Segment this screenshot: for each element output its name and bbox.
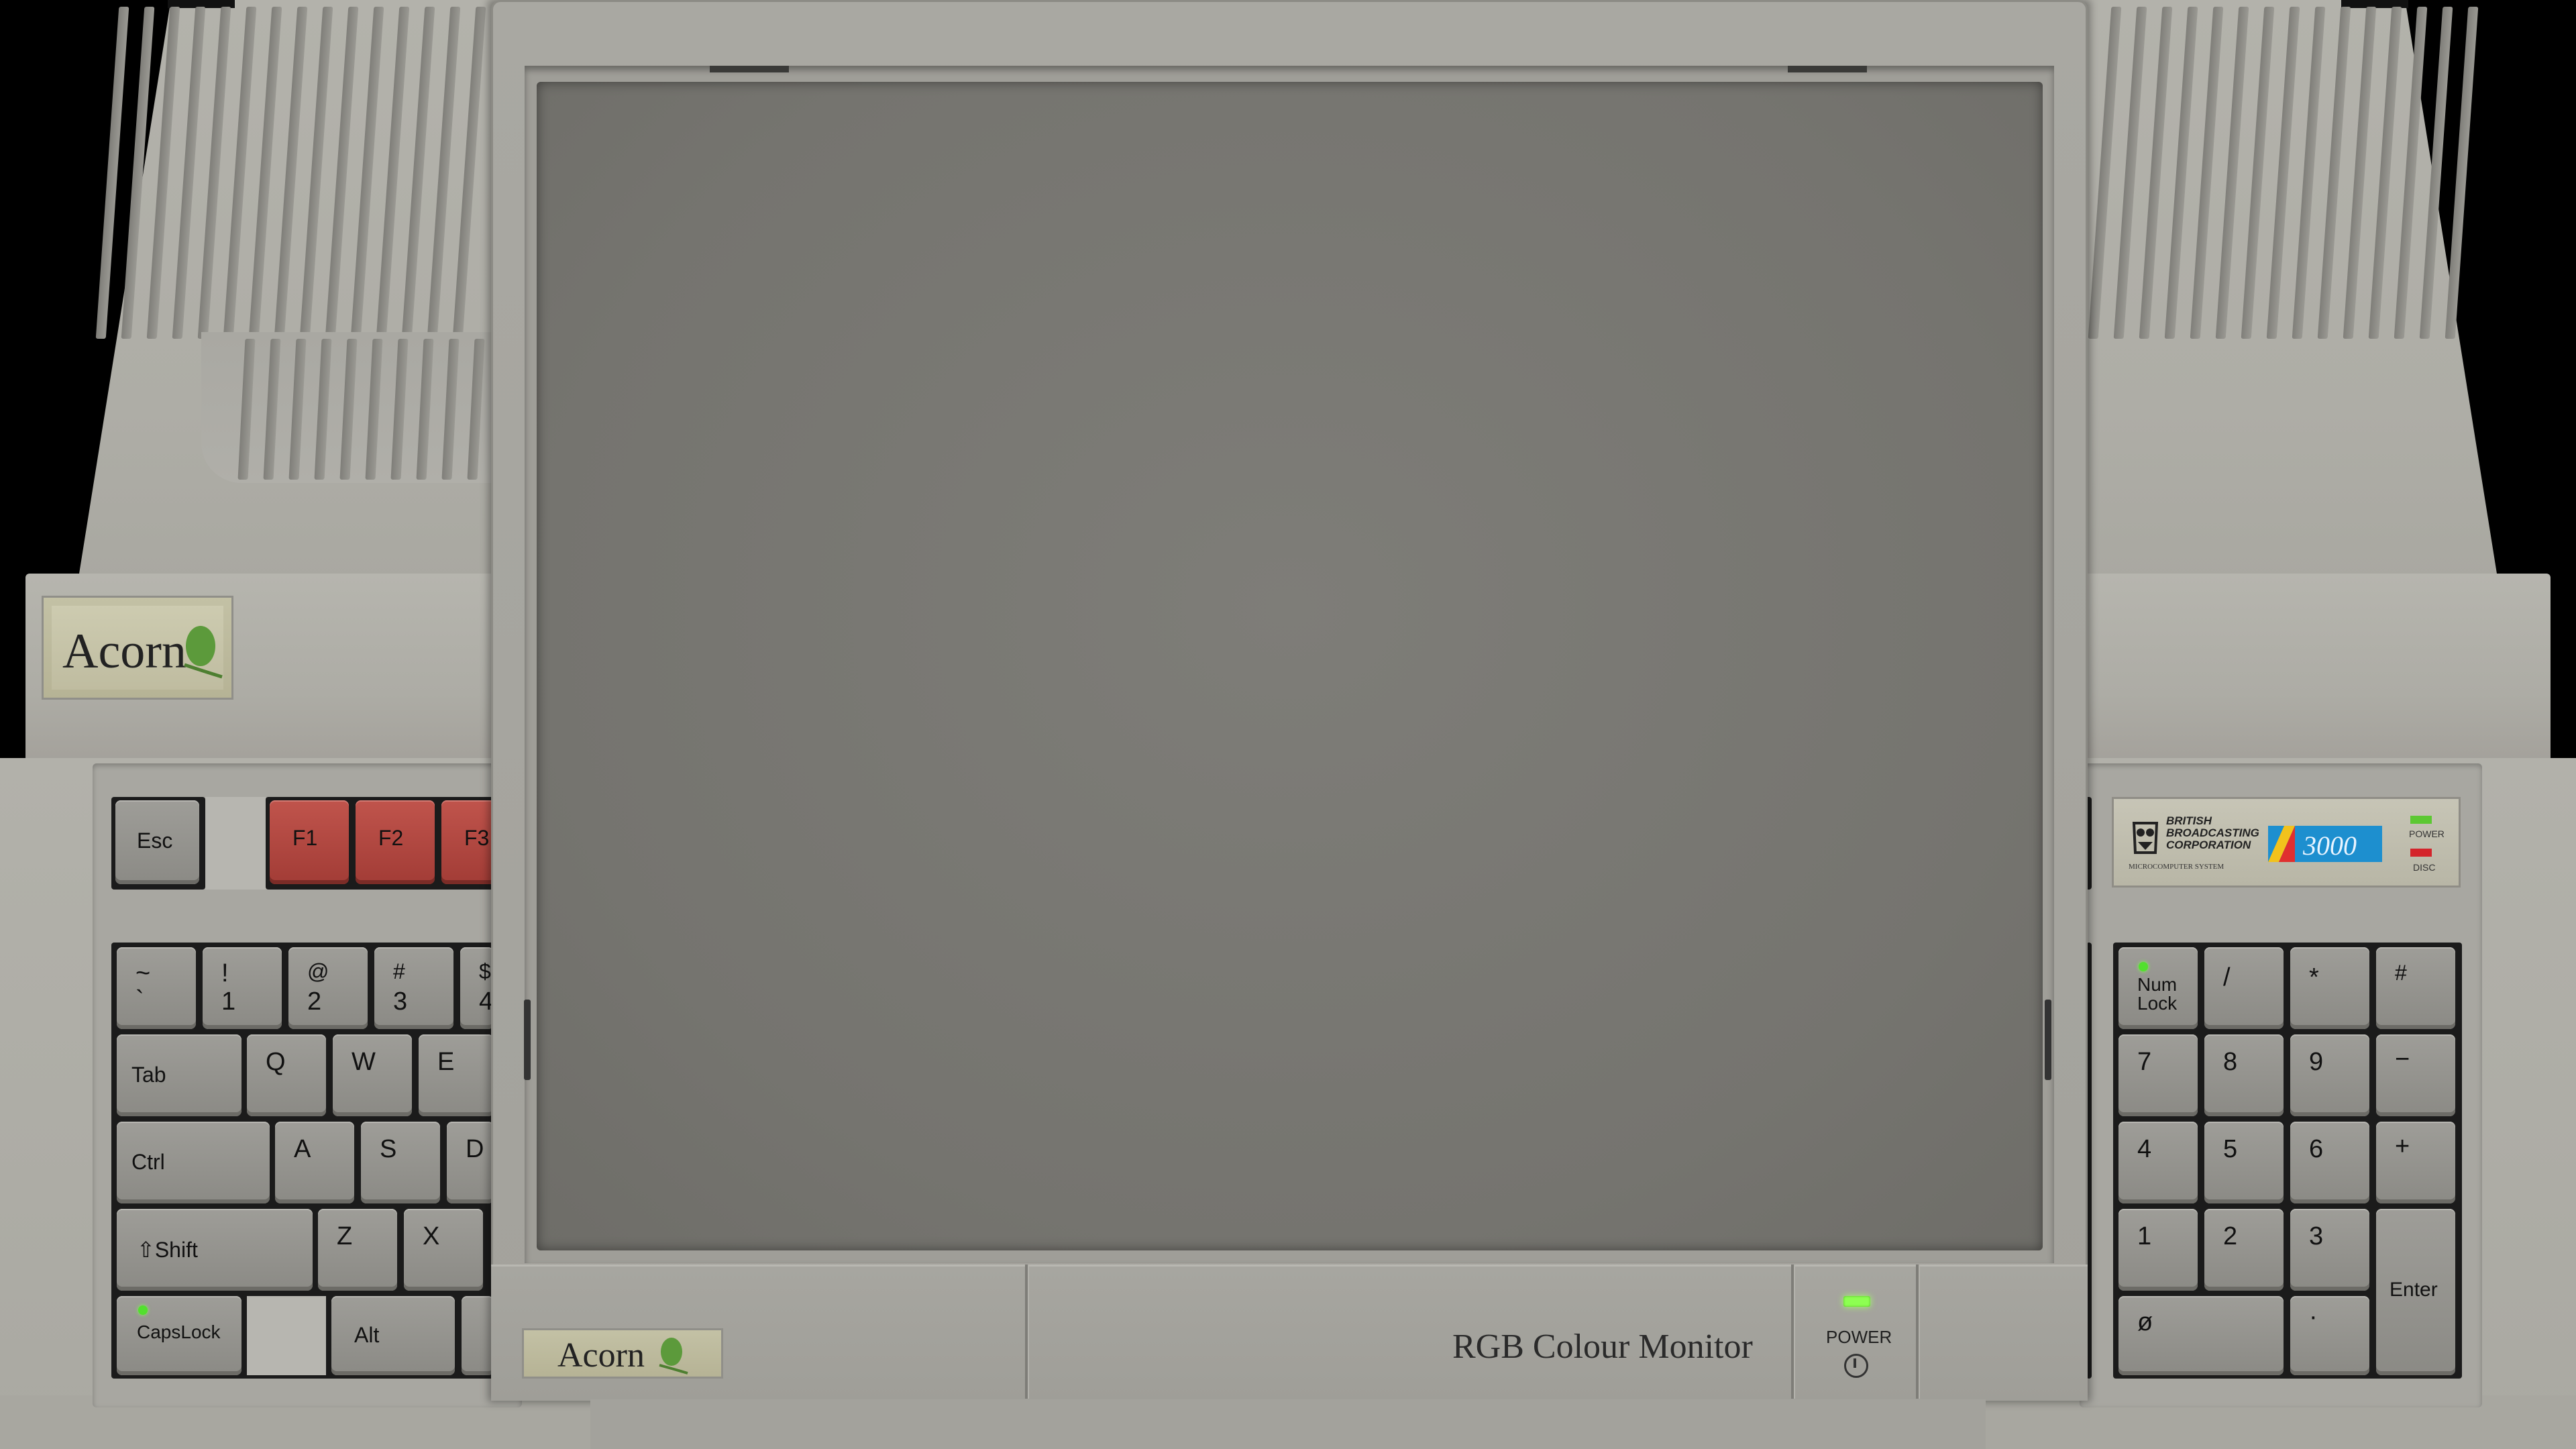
keypad-minus-key[interactable]: −	[2376, 1034, 2455, 1116]
owl-logo-icon	[2132, 822, 2159, 854]
d-key[interactable]: D	[447, 1122, 494, 1203]
monitor-divider-1	[1025, 1265, 1028, 1399]
monitor-acorn-text: Acorn	[557, 1336, 645, 1375]
acorn-case-badge: Acorn	[42, 596, 233, 700]
monitor-power-label: POWER	[1826, 1327, 1892, 1347]
x-key[interactable]: X	[404, 1209, 483, 1291]
key-2[interactable]: @ 2	[288, 947, 368, 1029]
keypad-7-key[interactable]: 7	[2118, 1034, 2198, 1116]
numlock-key[interactable]: Num Lock	[2118, 947, 2198, 1029]
screen-side-slot-left	[524, 1000, 531, 1080]
keypad-slash-key[interactable]: /	[2204, 947, 2284, 1029]
monitor-divider-2	[1791, 1265, 1794, 1399]
keypad-8-key[interactable]: 8	[2204, 1034, 2284, 1116]
model-number: 3000	[2303, 830, 2357, 861]
vent-grille-lower	[237, 339, 496, 480]
model-badge: 3000	[2268, 826, 2382, 862]
z-key[interactable]: Z	[318, 1209, 397, 1291]
keypad-hash-key[interactable]: #	[2376, 947, 2455, 1029]
keypad-6-key[interactable]: 6	[2290, 1122, 2369, 1203]
keypad-plus-key[interactable]: +	[2376, 1122, 2455, 1203]
disc-led-label: DISC	[2413, 862, 2436, 873]
keypad-3-key[interactable]: 3	[2290, 1209, 2369, 1291]
screen-clip-left	[710, 66, 789, 72]
keypad-1-key[interactable]: 1	[2118, 1209, 2198, 1291]
bbc-subtitle: MICROCOMPUTER SYSTEM	[2129, 863, 2224, 871]
e-key[interactable]: E	[419, 1034, 494, 1116]
esc-key[interactable]: Esc	[115, 800, 199, 884]
acorn-leaf-icon	[184, 626, 223, 679]
case-power-led	[2410, 816, 2432, 824]
keypad-5-key[interactable]: 5	[2204, 1122, 2284, 1203]
rgb-colour-monitor-label: RGB Colour Monitor	[1452, 1328, 1753, 1366]
disc-led	[2410, 849, 2432, 857]
acorn-logo-text: Acorn	[62, 624, 186, 679]
keypad-0-key[interactable]: ø	[2118, 1296, 2284, 1375]
q-key[interactable]: Q	[247, 1034, 326, 1116]
monitor-power-led	[1843, 1296, 1870, 1307]
screen-side-slot-right	[2045, 1000, 2051, 1080]
keypad-dot-key[interactable]: ·	[2290, 1296, 2369, 1375]
case-power-label: POWER	[2409, 828, 2445, 839]
key-1[interactable]: ! 1	[203, 947, 282, 1029]
monitor-divider-3	[1916, 1265, 1919, 1399]
numlock-led	[2139, 962, 2148, 971]
w-key[interactable]: W	[333, 1034, 412, 1116]
capslock-led	[138, 1305, 148, 1315]
alt-key[interactable]: Alt	[331, 1296, 455, 1375]
f1-key[interactable]: F1	[270, 800, 349, 884]
a-key[interactable]: A	[275, 1122, 354, 1203]
bbc-name: BRITISH BROADCASTING CORPORATION	[2166, 814, 2259, 851]
crt-screen[interactable]	[537, 82, 2043, 1250]
monitor-stand	[590, 1399, 1986, 1449]
blank-key-gap	[247, 1296, 326, 1375]
keypad-enter-key[interactable]: Enter	[2376, 1209, 2455, 1375]
monitor-acorn-leaf-icon	[659, 1338, 688, 1375]
power-button-icon[interactable]	[1844, 1354, 1868, 1378]
keypad-4-key[interactable]: 4	[2118, 1122, 2198, 1203]
vent-grille-right	[2088, 7, 2479, 339]
ctrl-key[interactable]: Ctrl	[117, 1122, 270, 1203]
bbc-color-stripes-icon	[2268, 826, 2295, 862]
keypad-9-key[interactable]: 9	[2290, 1034, 2369, 1116]
acorn-monitor-badge: Acorn	[522, 1328, 723, 1379]
function-row-gap	[205, 797, 266, 890]
key-3[interactable]: # 3	[374, 947, 453, 1029]
s-key[interactable]: S	[361, 1122, 440, 1203]
backtick-key[interactable]: ~ `	[117, 947, 196, 1029]
f3-key[interactable]: F3	[441, 800, 495, 884]
bbc-micro-plate: BRITISH BROADCASTING CORPORATION MICROCO…	[2112, 797, 2461, 888]
keypad-star-key[interactable]: *	[2290, 947, 2369, 1029]
vent-grille-left	[95, 7, 496, 339]
f2-key[interactable]: F2	[356, 800, 435, 884]
keypad-2-key[interactable]: 2	[2204, 1209, 2284, 1291]
shift-key[interactable]: ⇧Shift	[117, 1209, 313, 1291]
tab-key[interactable]: Tab	[117, 1034, 241, 1116]
screen-clip-right	[1788, 66, 1867, 72]
capslock-key[interactable]: CapsLock	[117, 1296, 241, 1375]
